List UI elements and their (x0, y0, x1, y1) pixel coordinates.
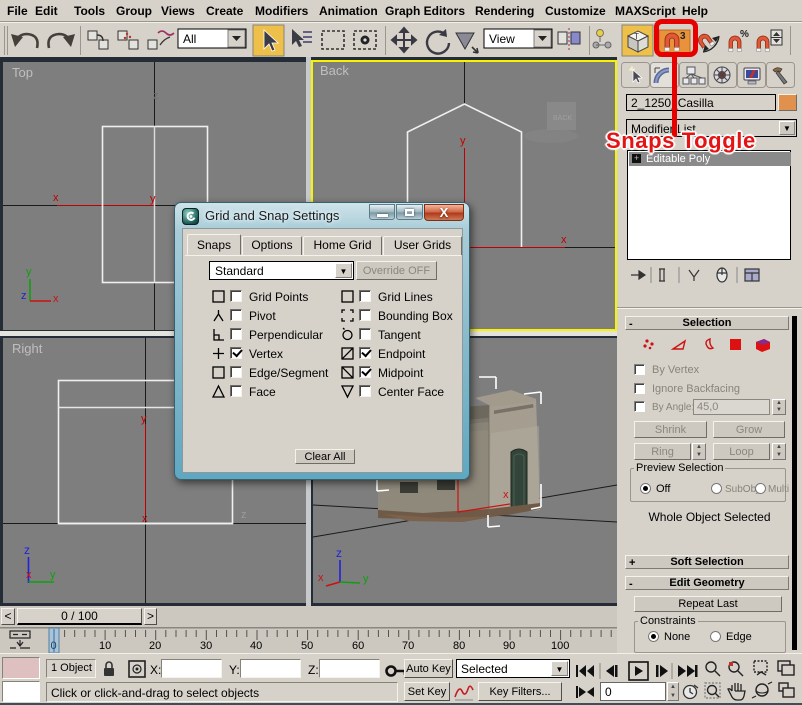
svg-text:30: 30 (200, 640, 212, 652)
svg-text:90: 90 (503, 640, 515, 652)
svg-text:x: x (561, 234, 567, 246)
svg-text:x: x (318, 572, 324, 584)
svg-text:40: 40 (250, 640, 262, 652)
svg-text:y: y (50, 569, 56, 581)
svg-text:x: x (53, 192, 59, 204)
svg-text:T: T (634, 32, 639, 41)
svg-text:x: x (26, 569, 32, 581)
svg-text:z: z (21, 290, 27, 302)
svg-text:60: 60 (352, 640, 364, 652)
svg-text:x: x (503, 489, 509, 501)
svg-text:80: 80 (453, 640, 465, 652)
svg-text:y: y (363, 573, 369, 585)
svg-text:0: 0 (51, 640, 57, 652)
svg-text:z: z (153, 90, 159, 102)
svg-text:BACK: BACK (553, 115, 572, 122)
svg-text:y: y (141, 413, 147, 425)
svg-text:100: 100 (551, 640, 569, 652)
svg-text:10: 10 (99, 640, 111, 652)
svg-text:20: 20 (149, 640, 161, 652)
svg-text:%: % (740, 29, 749, 40)
svg-text:y: y (460, 135, 466, 147)
svg-text:y: y (26, 266, 32, 278)
svg-text:70: 70 (402, 640, 414, 652)
svg-text:All: All (183, 32, 196, 46)
svg-text:z: z (241, 509, 247, 521)
svg-text:z: z (336, 546, 342, 560)
svg-text:y: y (150, 193, 156, 205)
svg-text:x: x (53, 293, 59, 305)
svg-text:View: View (489, 32, 515, 46)
svg-text:50: 50 (301, 640, 313, 652)
svg-text:x: x (142, 513, 148, 525)
svg-text:z: z (24, 543, 30, 557)
